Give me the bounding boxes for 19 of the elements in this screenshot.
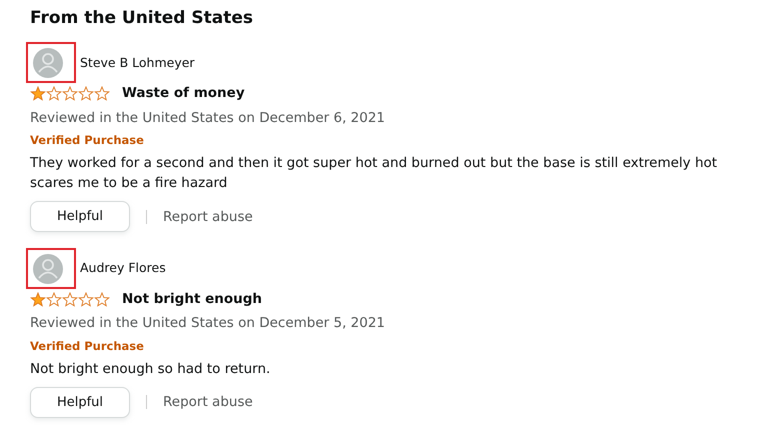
filled-star-icon <box>30 292 46 307</box>
reviewer-name[interactable]: Audrey Flores <box>80 259 166 278</box>
review-date: Reviewed in the United States on December 5, 2021 <box>30 314 386 334</box>
section-heading: From the United States <box>30 8 254 28</box>
reviewer-name[interactable]: Steve B Lohmeyer <box>80 54 195 72</box>
verified-purchase-label: Verified Purchase <box>30 338 145 355</box>
verified-purchase-label: Verified Purchase <box>30 132 145 149</box>
helpful-button[interactable]: Helpful <box>30 201 130 232</box>
review-date: Reviewed in the United States on December 6, 2021 <box>30 108 386 128</box>
avatar-icon <box>33 48 63 78</box>
review-text: They worked for a second and then it got super hot and burned out but the base is still extremely hot scares me to be a fire hazard <box>30 154 718 194</box>
avatar-icon <box>33 254 63 284</box>
review-text: Not bright enough so had to return. <box>30 360 272 379</box>
review-title[interactable]: Not bright enough <box>122 289 262 310</box>
helpful-button[interactable]: Helpful <box>30 386 130 418</box>
report-abuse-link[interactable]: Report abuse <box>163 206 253 227</box>
report-abuse-link[interactable]: Report abuse <box>163 392 253 413</box>
filled-star-icon <box>30 86 46 102</box>
review-title[interactable]: Waste of money <box>122 83 245 104</box>
